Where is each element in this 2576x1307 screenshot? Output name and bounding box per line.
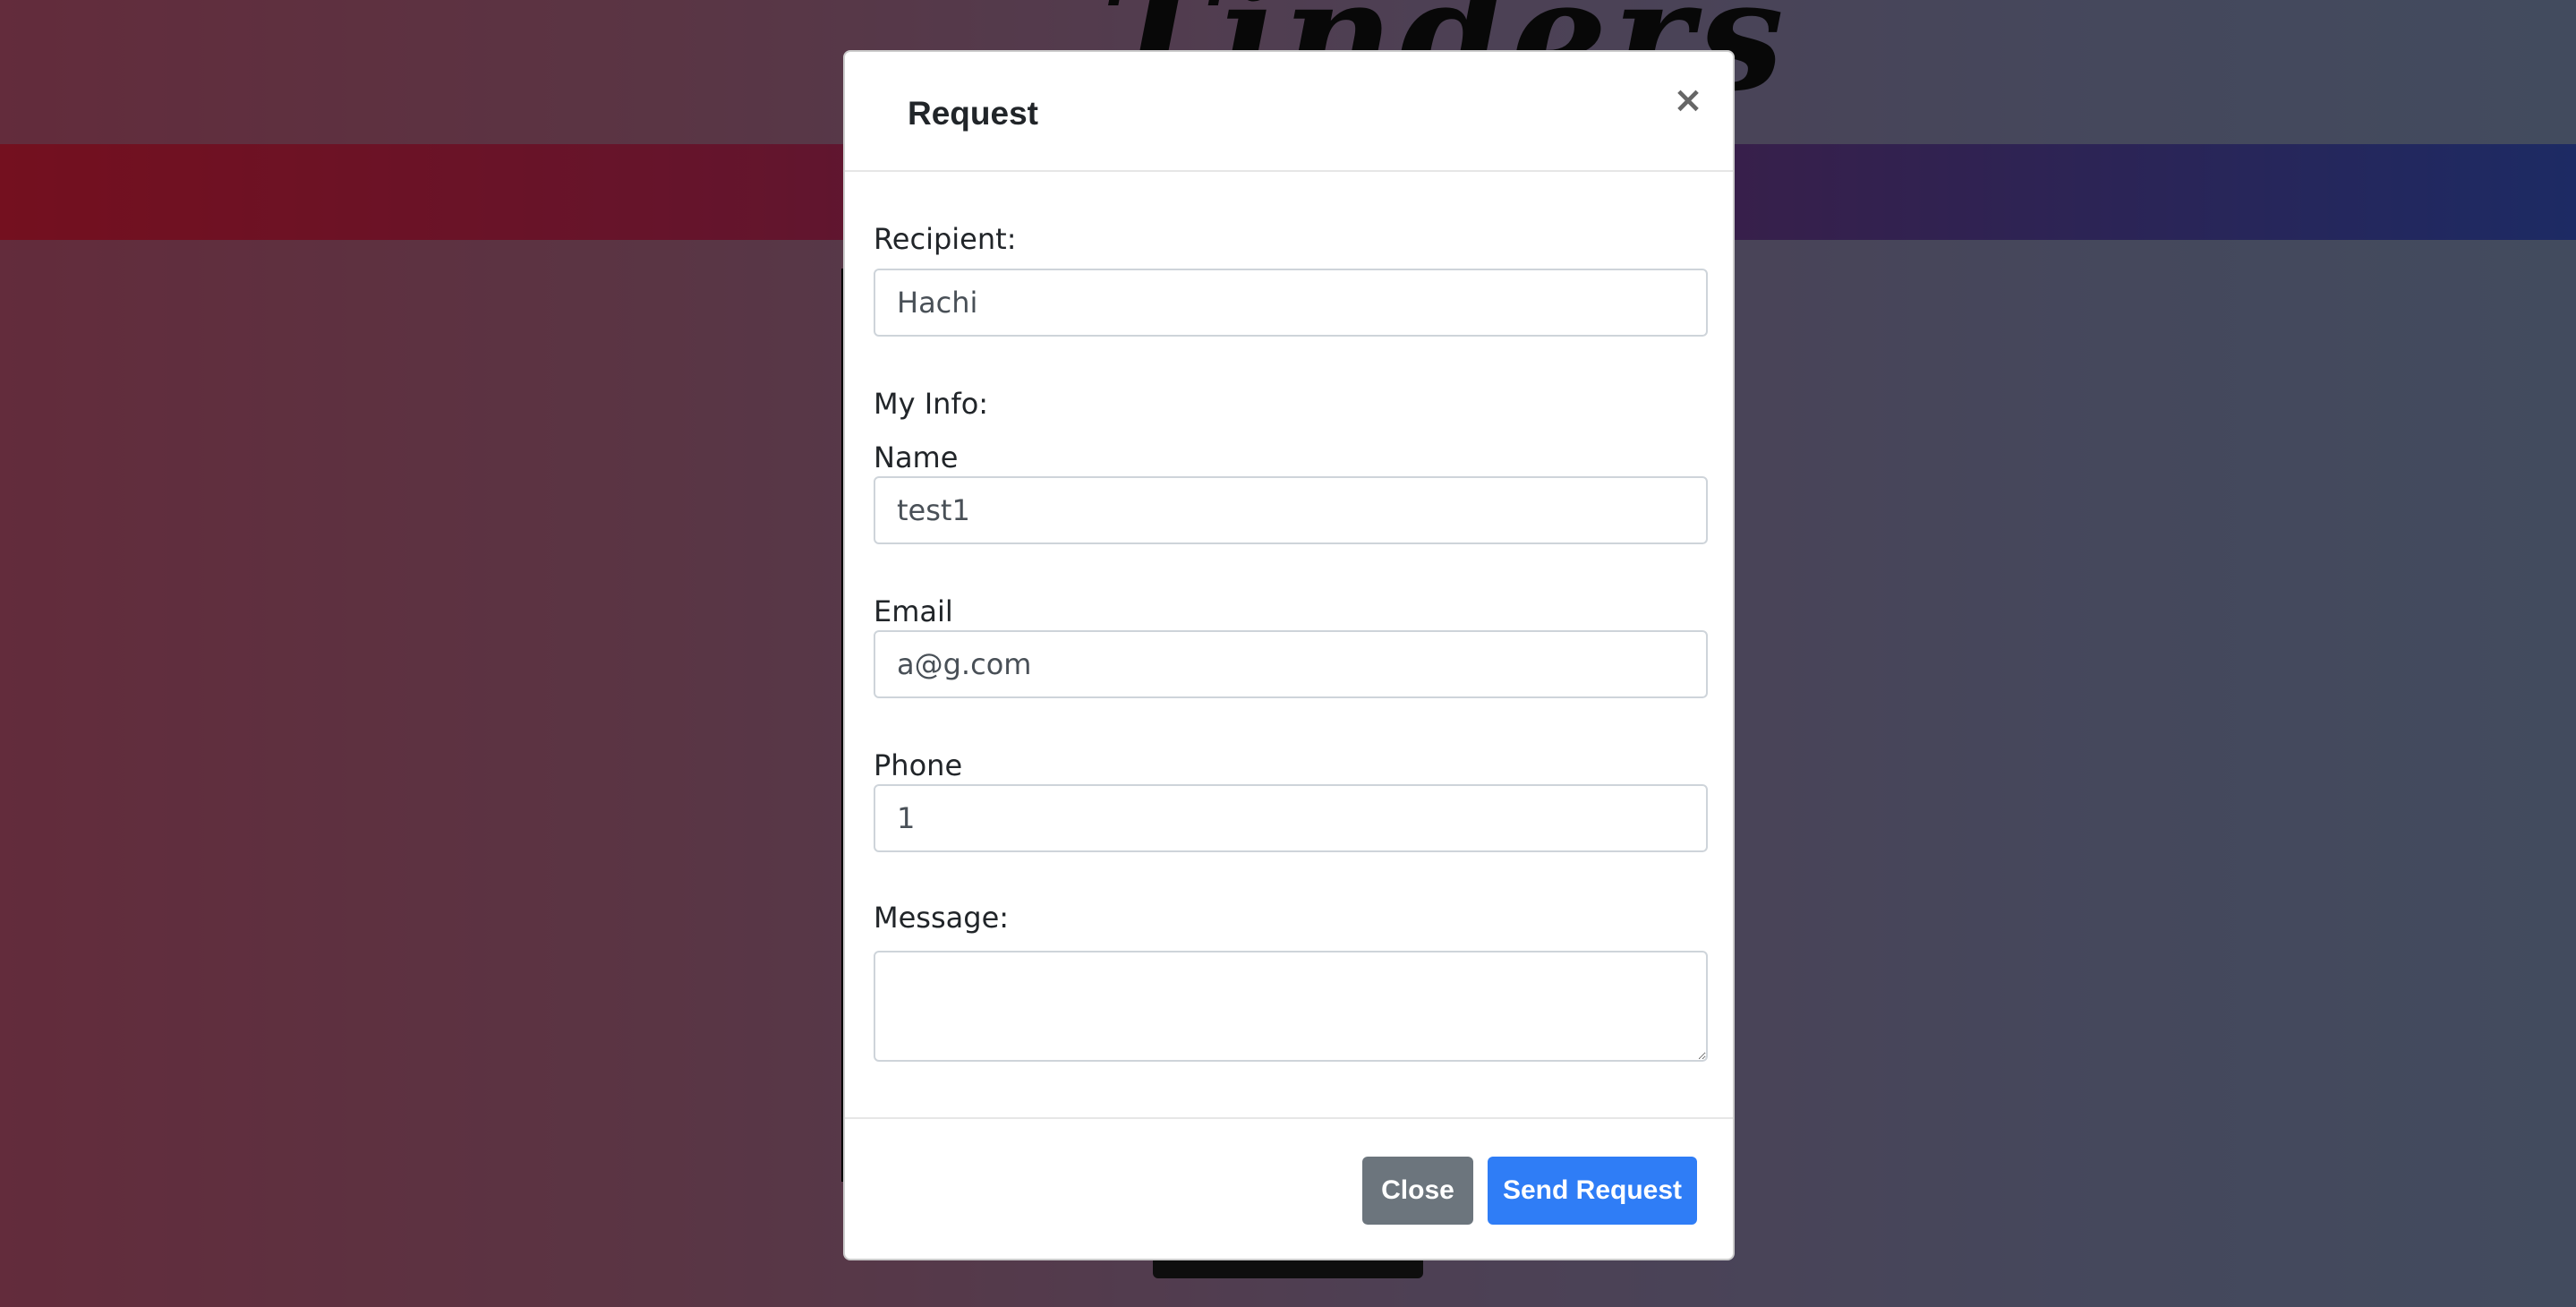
message-textarea[interactable] (874, 951, 1708, 1062)
modal-title: Request (908, 95, 1038, 132)
modal-footer-divider (845, 1117, 1733, 1119)
name-input[interactable] (874, 476, 1708, 544)
phone-label: Phone (874, 748, 963, 782)
send-request-button[interactable]: Send Request (1488, 1157, 1697, 1225)
email-input[interactable] (874, 630, 1708, 698)
modal-header: Request × (845, 52, 1733, 172)
close-button[interactable]: Close (1362, 1157, 1473, 1225)
request-modal: Request × Recipient: My Info: Name Email… (843, 50, 1735, 1260)
email-label: Email (874, 594, 953, 628)
my-info-label: My Info: (874, 387, 989, 421)
close-icon[interactable]: × (1668, 81, 1708, 120)
name-label: Name (874, 440, 959, 474)
recipient-input[interactable] (874, 269, 1708, 337)
message-label: Message: (874, 901, 1010, 935)
recipient-label: Recipient: (874, 222, 1017, 256)
phone-input[interactable] (874, 784, 1708, 852)
